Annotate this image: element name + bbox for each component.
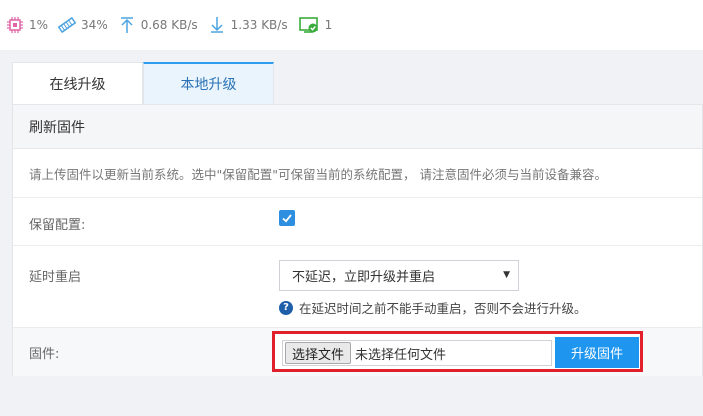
panel-description: 请上传固件以更新当前系统。选中"保留配置"可保留当前的系统配置， 请注意固件必须… <box>13 149 702 198</box>
choose-file-button[interactable]: 选择文件 <box>285 342 352 364</box>
memory-value: 34% <box>81 18 108 32</box>
download-arrow-icon <box>208 16 226 34</box>
flash-firmware-panel: 刷新固件 请上传固件以更新当前系统。选中"保留配置"可保留当前的系统配置， 请注… <box>12 104 703 376</box>
memory-stat: 34% <box>58 16 108 34</box>
upload-stat: 0.68 KB/s <box>118 16 198 34</box>
cpu-stat: 1% <box>6 16 48 34</box>
firmware-row: 固件: 选择文件 未选择任何文件 升级固件 <box>13 328 702 376</box>
delay-hint-text: 在延迟时间之前不能手动重启，否则不会进行升级。 <box>299 301 587 316</box>
keep-config-row: 保留配置: <box>13 198 702 246</box>
tab-online-upgrade[interactable]: 在线升级 <box>12 62 143 104</box>
upload-arrow-icon <box>118 16 136 34</box>
upgrade-tabs: 在线升级 本地升级 <box>12 62 703 104</box>
delay-reboot-select[interactable]: 不延迟，立即升级并重启 ▼ <box>279 260 519 291</box>
cpu-icon <box>6 16 24 34</box>
firmware-label: 固件: <box>29 347 60 362</box>
cpu-value: 1% <box>29 18 49 32</box>
delay-reboot-value: 不延迟，立即升级并重启 <box>292 270 436 285</box>
download-value: 1.33 KB/s <box>230 18 288 32</box>
upload-value: 0.68 KB/s <box>140 18 198 32</box>
delay-reboot-label: 延时重启 <box>29 270 82 285</box>
firmware-file-input[interactable]: 选择文件 未选择任何文件 <box>282 340 552 366</box>
upgrade-firmware-button[interactable]: 升级固件 <box>555 337 639 368</box>
firmware-highlight-box: 选择文件 未选择任何文件 升级固件 <box>272 331 643 372</box>
clients-stat: 1 <box>298 16 333 34</box>
panel-title: 刷新固件 <box>13 105 702 149</box>
question-icon: ? <box>279 300 293 315</box>
keep-config-label: 保留配置: <box>29 218 86 233</box>
tab-local-upgrade[interactable]: 本地升级 <box>143 62 274 104</box>
monitor-check-icon <box>298 16 320 34</box>
delay-hint: ? 在延迟时间之前不能手动重启，否则不会进行升级。 <box>279 298 587 317</box>
status-bar: 1% 34% 0.68 KB/s 1.33 KB/s 1 <box>0 0 703 50</box>
checkmark-icon <box>282 214 292 223</box>
delay-reboot-row: 延时重启 不延迟，立即升级并重启 ▼ ? 在延迟时间之前不能手动重启，否则不会进… <box>13 246 702 328</box>
dropdown-arrow-icon: ▼ <box>503 270 510 280</box>
clients-value: 1 <box>324 18 333 32</box>
memory-icon <box>58 16 77 34</box>
no-file-text: 未选择任何文件 <box>355 347 447 363</box>
keep-config-checkbox[interactable] <box>279 210 295 226</box>
download-stat: 1.33 KB/s <box>208 16 288 34</box>
